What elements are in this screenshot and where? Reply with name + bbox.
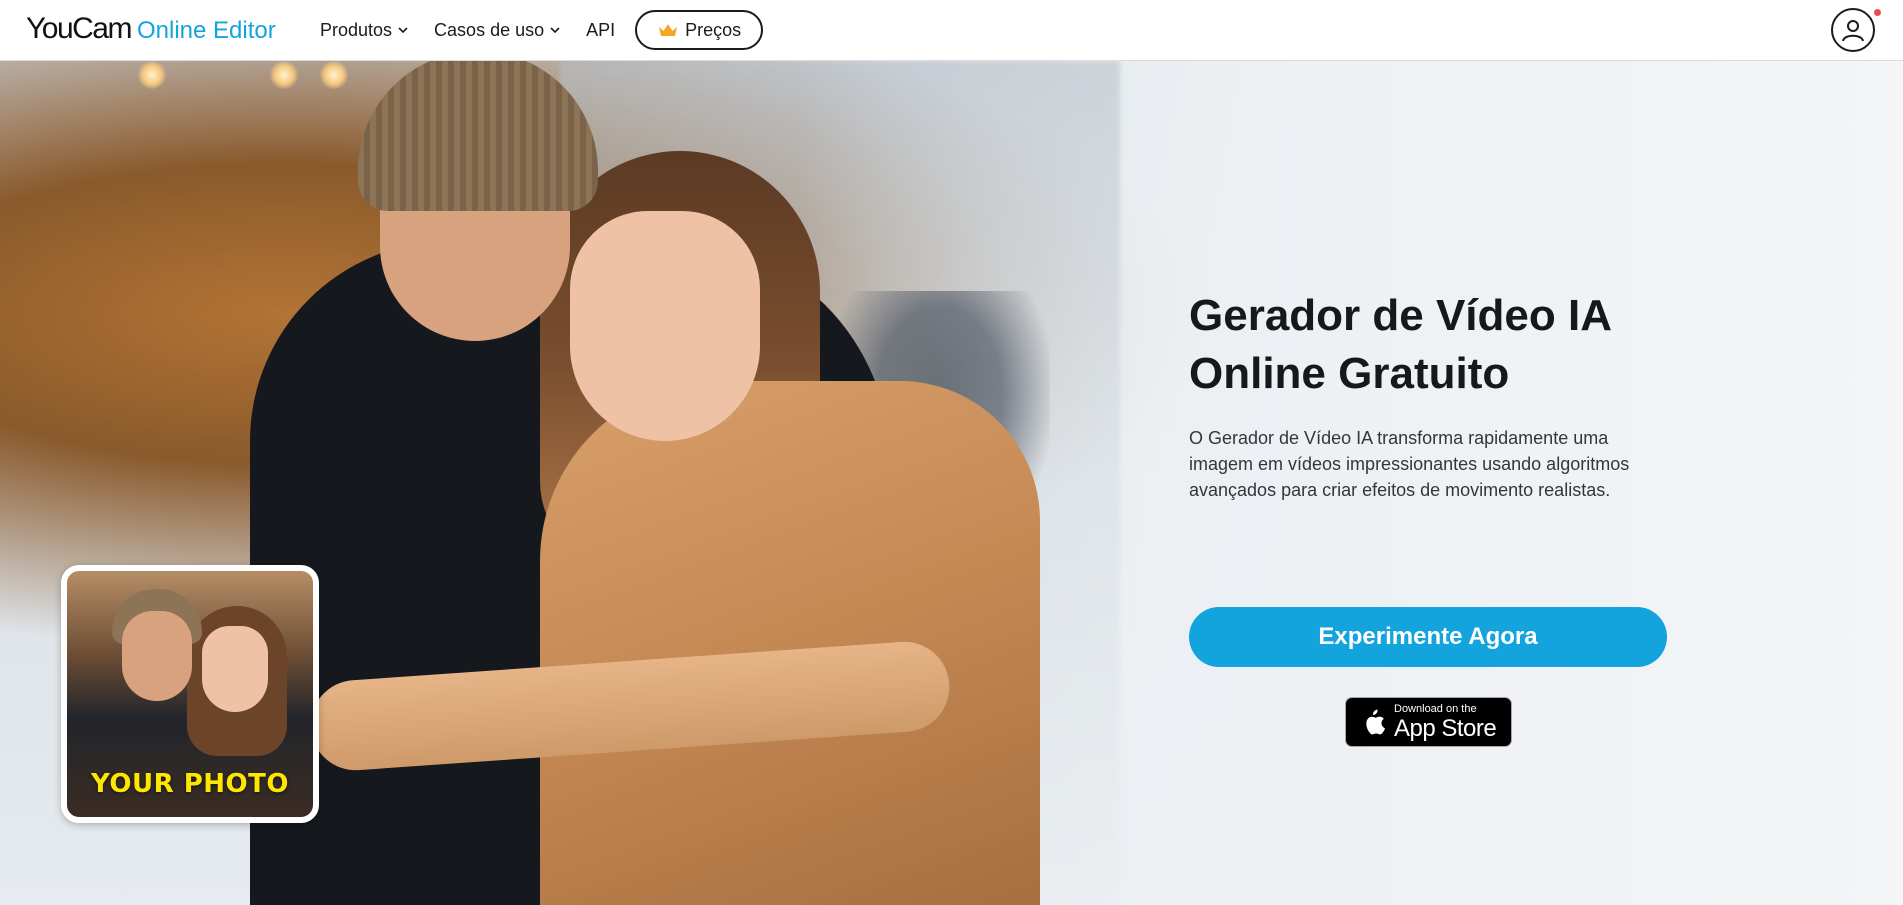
hero-light <box>138 61 166 89</box>
menu-item-produtos[interactable]: Produtos <box>320 20 408 41</box>
logo[interactable]: YouCam Online Editor <box>26 12 276 46</box>
title-line-1: Gerador de Vídeo IA <box>1189 291 1612 340</box>
crown-icon <box>659 24 678 36</box>
try-now-button[interactable]: Experimente Agora <box>1189 607 1667 667</box>
apple-icon <box>1366 709 1385 735</box>
hero-couple-image <box>250 61 1040 905</box>
hero-description: O Gerador de Vídeo IA transforma rapidam… <box>1189 428 1630 500</box>
logo-main-text: YouCam <box>26 12 132 45</box>
menu-item-label: Casos de uso <box>434 19 545 40</box>
top-navbar: YouCam Online Editor Produtos Casos de u… <box>0 0 1903 61</box>
app-store-badge[interactable]: Download on the App Store <box>1345 697 1512 747</box>
hero-section: YOUR PHOTO Gerador de Vídeo IA Online Gr… <box>0 61 1903 905</box>
user-account-icon <box>1842 20 1864 42</box>
main-menu: Produtos Casos de uso API Preços <box>320 0 764 60</box>
try-now-label: Experimente Agora <box>1318 623 1538 650</box>
title-line-2: Online Gratuito <box>1189 349 1510 398</box>
your-photo-thumbnail: YOUR PHOTO <box>61 565 319 823</box>
chevron-down-icon <box>550 26 560 33</box>
pricing-button[interactable]: Preços <box>635 10 764 50</box>
chevron-down-icon <box>398 26 408 33</box>
your-photo-label: YOUR PHOTO <box>91 769 289 799</box>
page-title: Gerador de Vídeo IA Online Gratuito <box>1189 287 1689 403</box>
notification-dot <box>1874 9 1881 16</box>
menu-item-label: Produtos <box>320 19 393 40</box>
menu-item-api[interactable]: API <box>586 20 615 41</box>
logo-sub-text: Online Editor <box>136 17 276 44</box>
account-button[interactable] <box>1831 8 1875 52</box>
app-store-small-text: Download on the <box>1394 702 1477 715</box>
hero-text-block: Gerador de Vídeo IA Online Gratuito O Ge… <box>1189 287 1689 503</box>
menu-item-casos-de-uso[interactable]: Casos de uso <box>434 20 560 41</box>
menu-item-label: API <box>586 19 616 40</box>
pricing-label: Preços <box>685 19 742 40</box>
app-store-big-text: App Store <box>1394 714 1497 742</box>
